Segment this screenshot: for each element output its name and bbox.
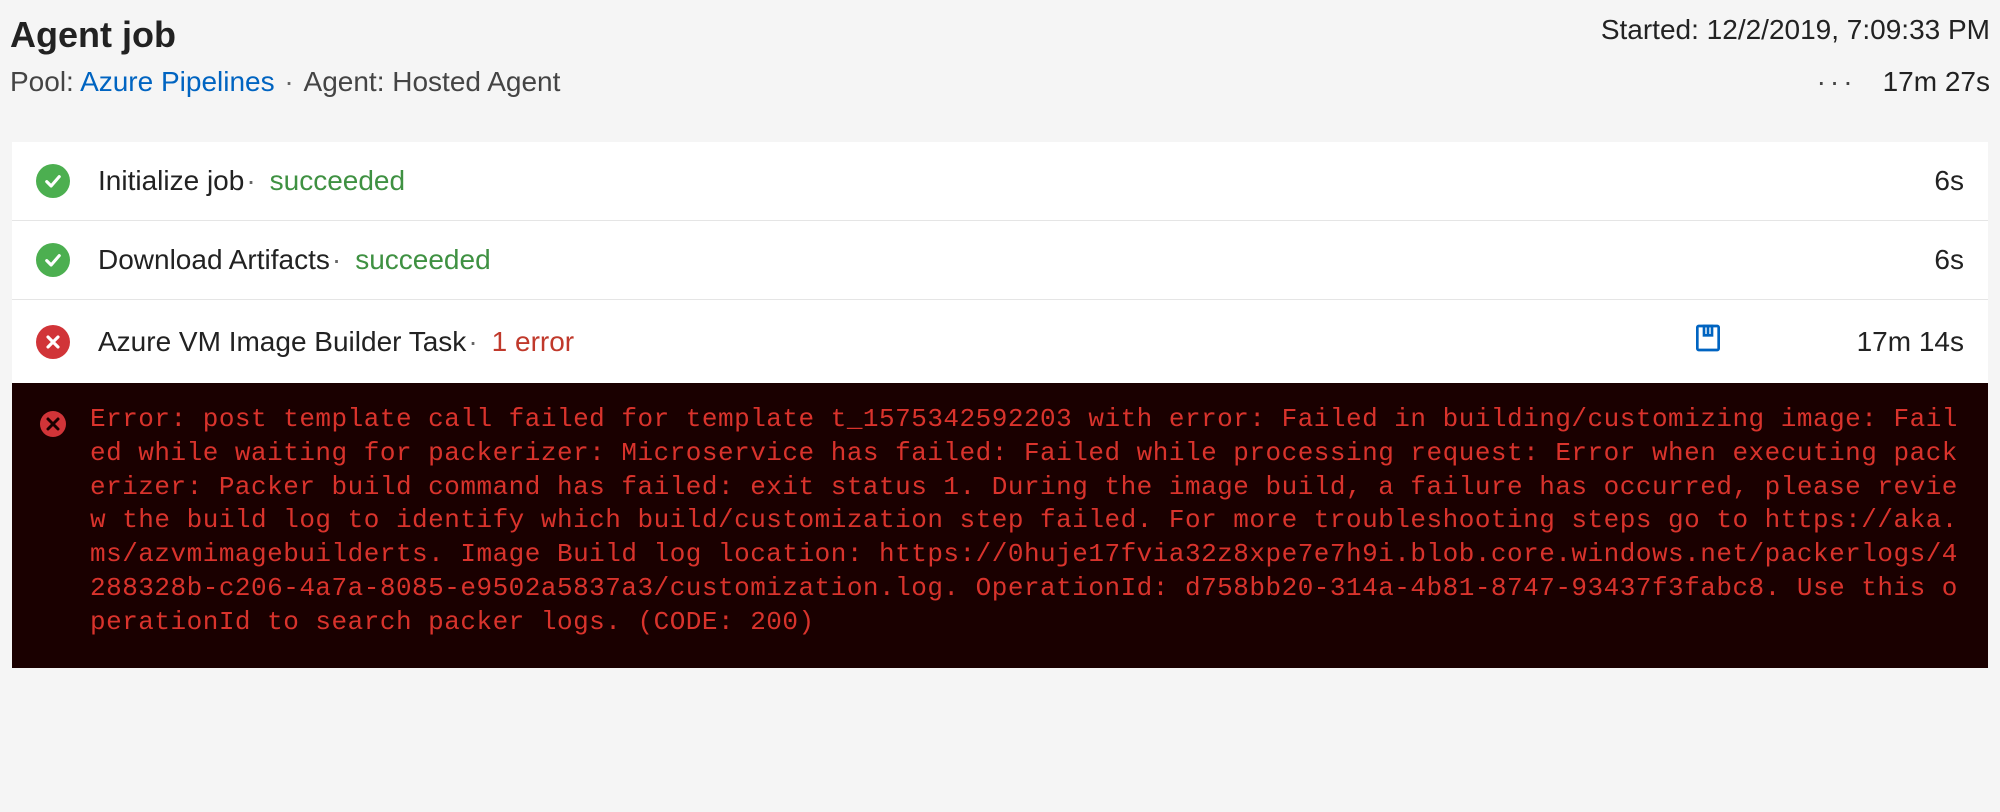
separator-dot: · (468, 326, 477, 358)
job-header: Agent job Pool: Azure Pipelines · Agent:… (0, 0, 2000, 112)
step-status-text: succeeded (355, 244, 490, 276)
header-right: Started: 12/2/2019, 7:09:33 PM ··· 17m 2… (1601, 14, 1990, 98)
more-actions-button[interactable]: ··· (1817, 66, 1857, 98)
agent-name: Hosted Agent (392, 66, 560, 97)
step-right: 6s (1844, 165, 1964, 197)
duration-line: ··· 17m 27s (1601, 66, 1990, 98)
error-icon (40, 411, 66, 437)
started-line: Started: 12/2/2019, 7:09:33 PM (1601, 14, 1990, 46)
pool-label: Pool: (10, 66, 74, 97)
step-status-text: succeeded (270, 165, 405, 197)
error-log-panel: Error: post template call failed for tem… (12, 383, 1988, 668)
pool-agent-line: Pool: Azure Pipelines · Agent: Hosted Ag… (10, 66, 560, 98)
success-icon (36, 243, 70, 277)
steps-list: Initialize job · succeeded6sDownload Art… (12, 142, 1988, 383)
step-row[interactable]: Azure VM Image Builder Task · 1 error 17m… (12, 300, 1988, 383)
step-right: 6s (1844, 244, 1964, 276)
page-title: Agent job (10, 14, 560, 56)
step-row[interactable]: Initialize job · succeeded 6s (12, 142, 1988, 221)
separator-dot: · (332, 244, 341, 276)
header-left: Agent job Pool: Azure Pipelines · Agent:… (10, 14, 560, 98)
step-duration: 17m 14s (1844, 326, 1964, 358)
total-duration: 17m 27s (1883, 66, 1990, 98)
step-row[interactable]: Download Artifacts · succeeded 6s (12, 221, 1988, 300)
step-status-text: 1 error (492, 326, 574, 358)
separator-dot: · (246, 165, 255, 197)
separator-dot: · (284, 66, 301, 97)
started-label: Started: (1601, 14, 1699, 45)
step-name: Azure VM Image Builder Task (98, 326, 466, 358)
success-icon (36, 164, 70, 198)
step-right: 17m 14s (1692, 322, 1964, 361)
started-value: 12/2/2019, 7:09:33 PM (1707, 14, 1990, 45)
error-message-text[interactable]: Error: post template call failed for tem… (90, 403, 1960, 640)
step-name: Initialize job (98, 165, 244, 197)
step-name: Download Artifacts (98, 244, 330, 276)
artifact-icon[interactable] (1692, 322, 1724, 361)
error-icon (36, 325, 70, 359)
step-duration: 6s (1844, 244, 1964, 276)
agent-label: Agent: (304, 66, 385, 97)
pool-link[interactable]: Azure Pipelines (80, 66, 275, 97)
step-duration: 6s (1844, 165, 1964, 197)
